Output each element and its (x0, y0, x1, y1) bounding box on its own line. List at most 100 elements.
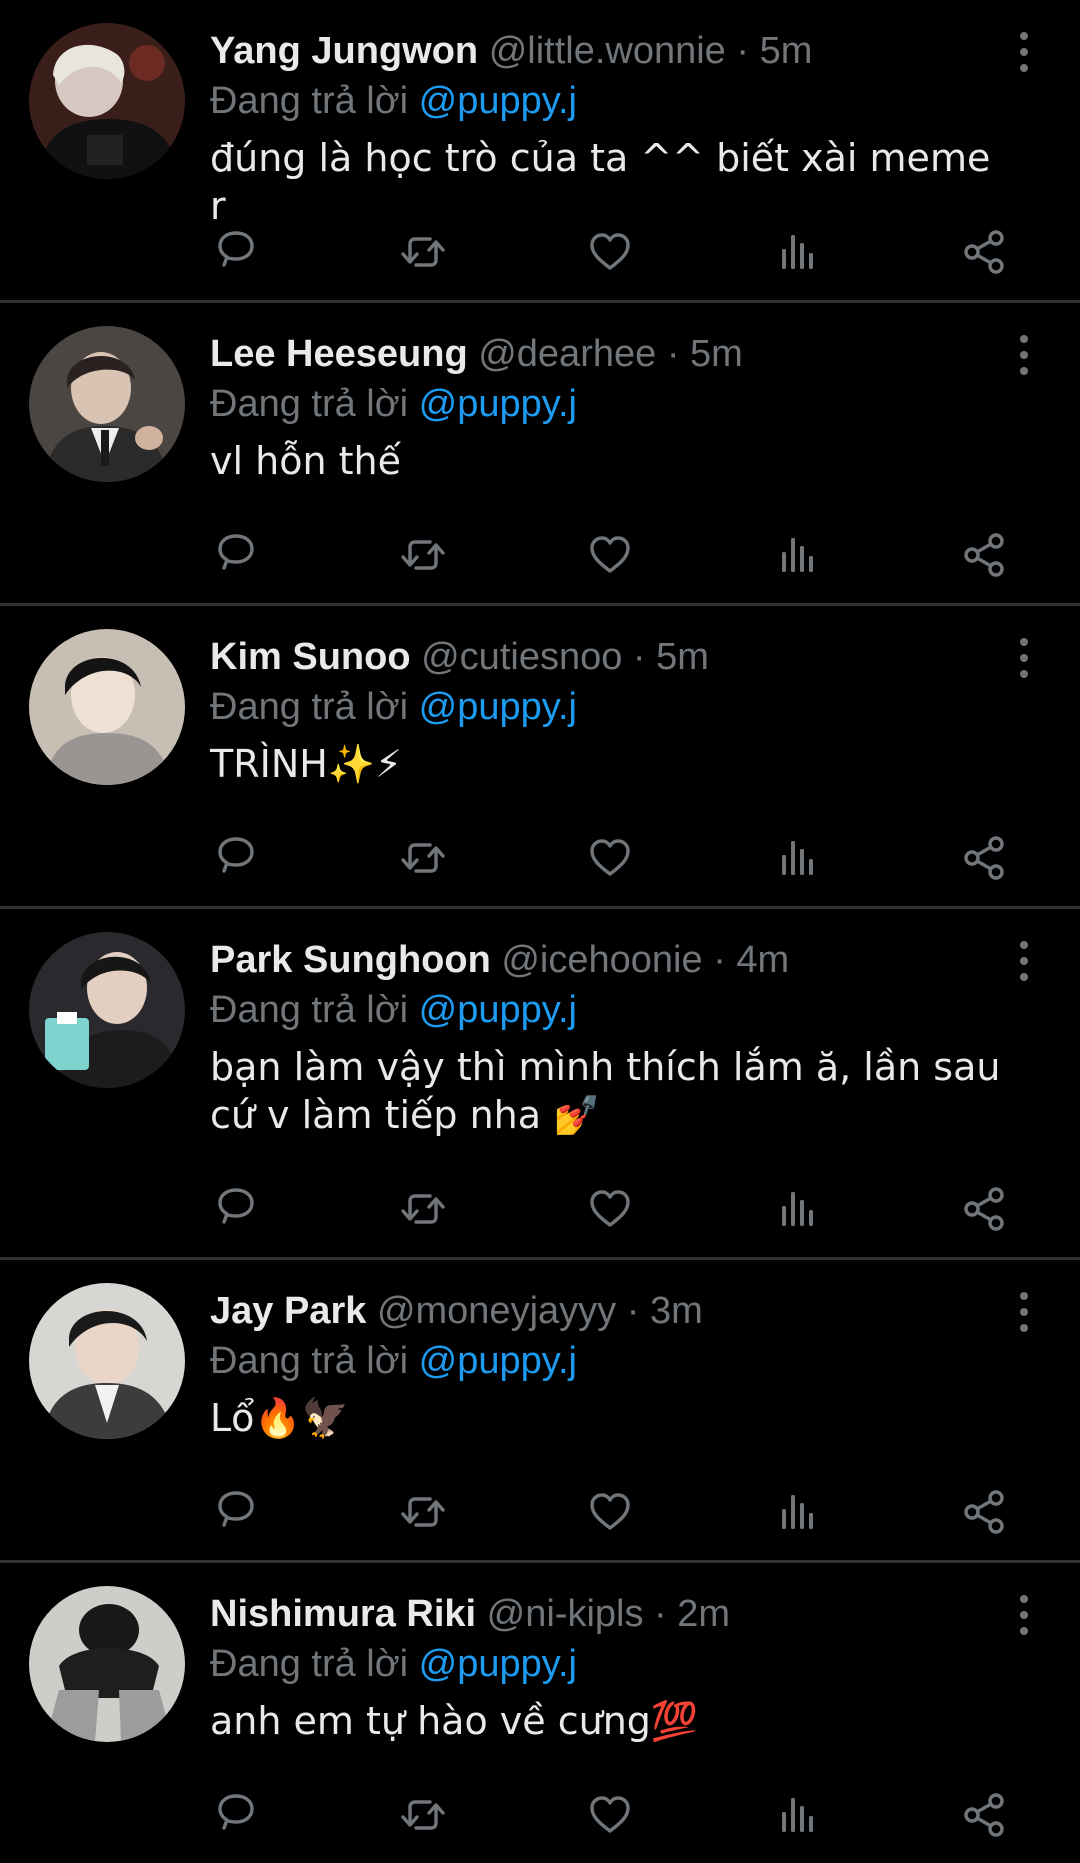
display-name[interactable]: Nishimura Riki (210, 1593, 476, 1635)
avatar[interactable] (29, 1283, 185, 1439)
share-button[interactable] (958, 1487, 1010, 1537)
tweet[interactable]: Nishimura Riki @ni-kipls · 2m Đang trả l… (0, 1563, 1080, 1863)
retweet-button[interactable] (397, 530, 449, 580)
user-handle[interactable]: @ni-kipls (487, 1593, 644, 1635)
like-button[interactable] (584, 1184, 636, 1234)
avatar[interactable] (29, 23, 185, 179)
share-button[interactable] (958, 833, 1010, 883)
separator-dot: · (654, 1593, 667, 1635)
user-handle[interactable]: @dearhee (478, 333, 656, 375)
mention-link[interactable]: @puppy.j (419, 989, 577, 1031)
bar-chart-icon (771, 1487, 823, 1537)
vertical-dots-icon (1012, 636, 1036, 680)
retweet-button[interactable] (397, 1184, 449, 1234)
tweet-body: Yang Jungwon @little.wonnie · 5m Đang tr… (210, 26, 1020, 230)
user-handle[interactable]: @cutiesnoo (421, 636, 622, 678)
share-button[interactable] (958, 530, 1010, 580)
reply-button[interactable] (210, 1790, 262, 1840)
like-button[interactable] (584, 1790, 636, 1840)
share-button[interactable] (958, 1184, 1010, 1234)
reply-button[interactable] (210, 1184, 262, 1234)
avatar[interactable] (29, 629, 185, 785)
more-options-button[interactable] (1012, 1290, 1036, 1334)
tweet[interactable]: Yang Jungwon @little.wonnie · 5m Đang tr… (0, 0, 1080, 303)
mention-link[interactable]: @puppy.j (419, 1643, 577, 1685)
vertical-dots-icon (1012, 333, 1036, 377)
tweet[interactable]: Kim Sunoo @cutiesnoo · 5m Đang trả lời @… (0, 606, 1080, 909)
more-options-button[interactable] (1012, 939, 1036, 983)
replying-to-label: Đang trả lời (210, 1643, 409, 1685)
speech-bubble-icon (210, 1184, 262, 1234)
avatar[interactable] (29, 326, 185, 482)
display-name[interactable]: Yang Jungwon (210, 30, 478, 72)
reply-button[interactable] (210, 833, 262, 883)
timestamp[interactable]: 5m (656, 636, 709, 678)
retweet-button[interactable] (397, 227, 449, 277)
vertical-dots-icon (1012, 1290, 1036, 1334)
reply-button[interactable] (210, 530, 262, 580)
timestamp[interactable]: 4m (736, 939, 789, 981)
mention-link[interactable]: @puppy.j (419, 686, 577, 728)
tweet[interactable]: Lee Heeseung @dearhee · 5m Đang trả lời … (0, 303, 1080, 606)
timestamp[interactable]: 5m (760, 30, 813, 72)
mention-link[interactable]: @puppy.j (419, 383, 577, 425)
like-button[interactable] (584, 833, 636, 883)
more-options-button[interactable] (1012, 30, 1036, 74)
avatar[interactable] (29, 1586, 185, 1742)
heart-icon (584, 1184, 636, 1234)
user-handle[interactable]: @moneyjayyy (377, 1290, 616, 1332)
replying-to-label: Đang trả lời (210, 383, 409, 425)
share-button[interactable] (958, 227, 1010, 277)
display-name[interactable]: Jay Park (210, 1290, 366, 1332)
like-button[interactable] (584, 530, 636, 580)
share-nodes-icon (958, 530, 1010, 580)
tweet-header: Park Sunghoon @icehoonie · 4m (210, 935, 1020, 985)
retweet-arrows-icon (397, 227, 449, 277)
separator-dot: · (666, 333, 680, 375)
replying-to: Đang trả lời @puppy.j (210, 76, 1020, 128)
share-button[interactable] (958, 1790, 1010, 1840)
replying-to-label: Đang trả lời (210, 1340, 409, 1382)
views-button[interactable] (771, 530, 823, 580)
share-nodes-icon (958, 833, 1010, 883)
bar-chart-icon (771, 530, 823, 580)
retweet-button[interactable] (397, 833, 449, 883)
display-name[interactable]: Kim Sunoo (210, 636, 411, 678)
more-options-button[interactable] (1012, 636, 1036, 680)
reply-button[interactable] (210, 227, 262, 277)
mention-link[interactable]: @puppy.j (419, 1340, 577, 1382)
timestamp[interactable]: 3m (650, 1290, 703, 1332)
speech-bubble-icon (210, 530, 262, 580)
more-options-button[interactable] (1012, 1593, 1036, 1637)
views-button[interactable] (771, 833, 823, 883)
user-handle[interactable]: @icehoonie (501, 939, 702, 981)
user-handle[interactable]: @little.wonnie (489, 30, 726, 72)
reply-button[interactable] (210, 1487, 262, 1537)
tweet[interactable]: Park Sunghoon @icehoonie · 4m Đang trả l… (0, 909, 1080, 1260)
retweet-button[interactable] (397, 1790, 449, 1840)
views-button[interactable] (771, 1184, 823, 1234)
avatar[interactable] (29, 932, 185, 1088)
timestamp[interactable]: 2m (677, 1593, 730, 1635)
like-button[interactable] (584, 1487, 636, 1537)
display-name[interactable]: Lee Heeseung (210, 333, 468, 375)
action-bar (210, 1790, 1010, 1840)
vertical-dots-icon (1012, 939, 1036, 983)
views-button[interactable] (771, 1487, 823, 1537)
action-bar (210, 1184, 1010, 1234)
action-bar (210, 227, 1010, 277)
tweet-body: Nishimura Riki @ni-kipls · 2m Đang trả l… (210, 1589, 1020, 1745)
like-button[interactable] (584, 227, 636, 277)
views-button[interactable] (771, 227, 823, 277)
tweet[interactable]: Jay Park @moneyjayyy · 3m Đang trả lời @… (0, 1260, 1080, 1563)
views-button[interactable] (771, 1790, 823, 1840)
tweet-header: Yang Jungwon @little.wonnie · 5m (210, 26, 1020, 76)
retweet-button[interactable] (397, 1487, 449, 1537)
more-options-button[interactable] (1012, 333, 1036, 377)
action-bar (210, 833, 1010, 883)
mention-link[interactable]: @puppy.j (419, 80, 577, 122)
display-name[interactable]: Park Sunghoon (210, 939, 491, 981)
heart-icon (584, 1487, 636, 1537)
timestamp[interactable]: 5m (690, 333, 743, 375)
tweet-text: vl hỗn thế (210, 439, 401, 483)
